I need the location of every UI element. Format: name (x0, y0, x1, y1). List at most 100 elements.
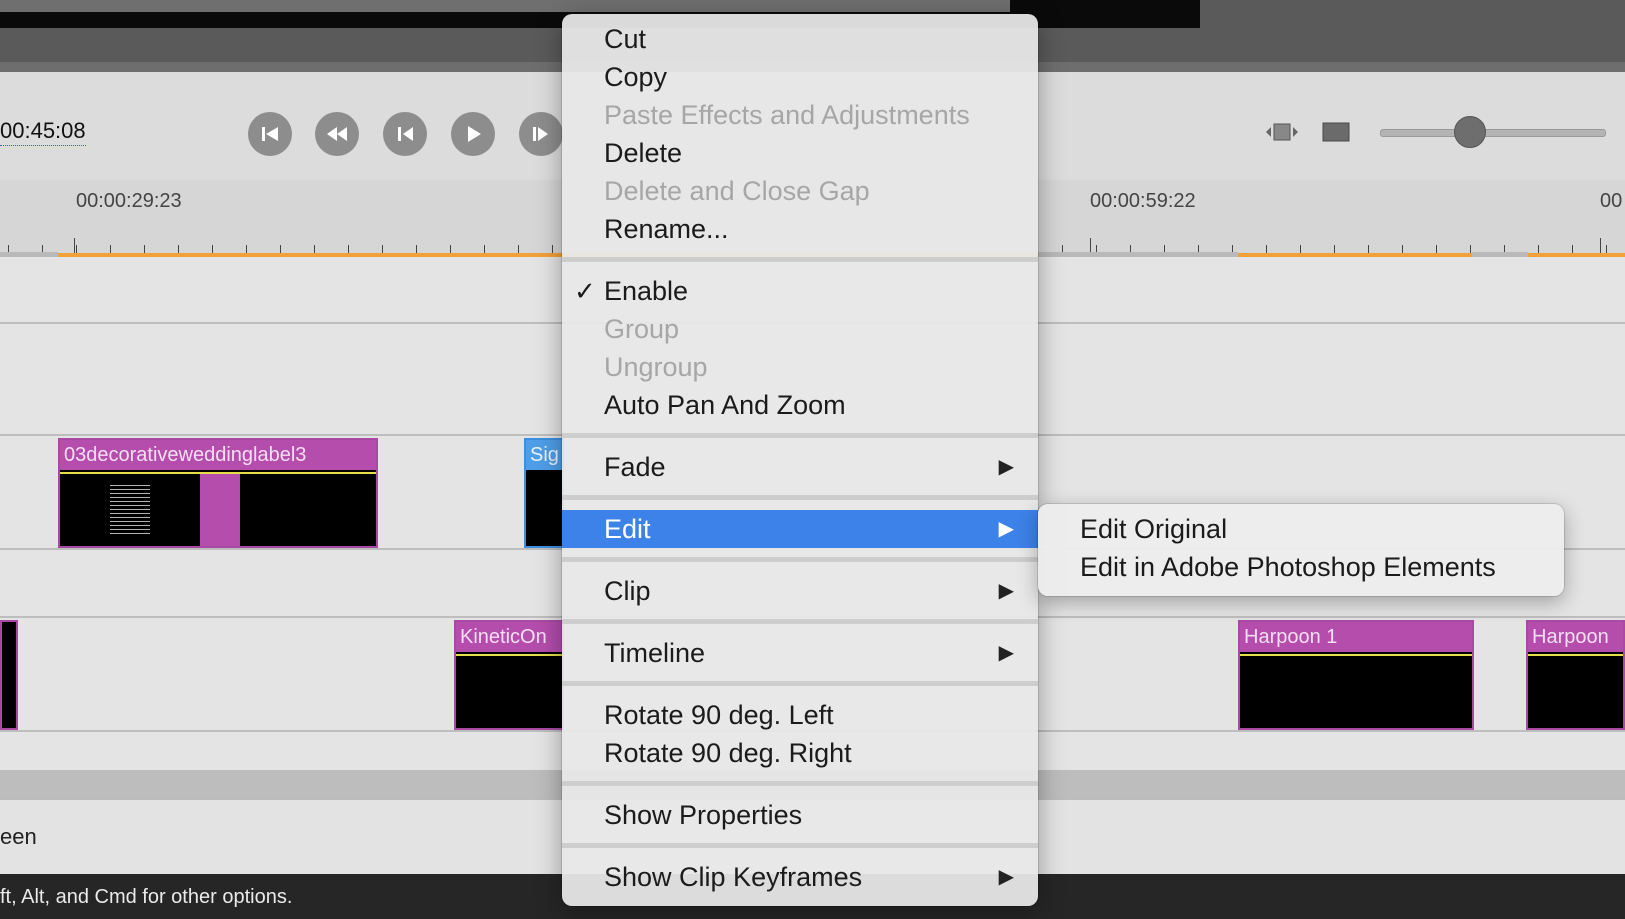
timeline-clip[interactable] (0, 620, 18, 730)
ruler-tick (1334, 245, 1335, 253)
menu-item-rotate-right[interactable]: Rotate 90 deg. Right (562, 734, 1038, 772)
menu-item-fade[interactable]: Fade ▶ (562, 448, 1038, 486)
ruler-major-tick (1090, 238, 1091, 253)
panel-label: een (0, 824, 37, 849)
preview-frame (0, 0, 1010, 12)
timeline-clip[interactable]: Harpoon 1 (1238, 620, 1474, 730)
menu-item-rotate-left[interactable]: Rotate 90 deg. Left (562, 696, 1038, 734)
timeline-clip[interactable]: Harpoon (1526, 620, 1625, 730)
ruler-tick (1436, 245, 1437, 253)
monitor-view-icon[interactable] (1318, 120, 1354, 144)
step-forward-icon (533, 127, 548, 141)
zoom-slider-thumb[interactable] (1454, 116, 1486, 148)
work-area-gap (1472, 252, 1528, 257)
step-back-icon (398, 127, 413, 141)
context-menu: Cut Copy Paste Effects and Adjustments D… (562, 14, 1038, 906)
ruler-tick (246, 245, 247, 253)
rewind-icon (327, 127, 347, 141)
submenu-arrow-icon: ▶ (998, 866, 1014, 888)
ruler-tick (76, 245, 77, 253)
clip-volume-line (1528, 654, 1623, 656)
current-timecode[interactable]: 00:45:08 (0, 118, 86, 146)
menu-item-label: Enable (604, 276, 689, 306)
clip-title: Harpoon 1 (1240, 622, 1472, 652)
menu-item-cut[interactable]: Cut (562, 20, 1038, 58)
menu-item-label: Cut (604, 24, 647, 54)
ruler-tick (348, 245, 349, 253)
ruler-tick (416, 245, 417, 253)
fit-timeline-icon[interactable] (1264, 120, 1300, 144)
clip-title: Sig (526, 440, 562, 470)
checkmark-icon: ✓ (574, 276, 596, 306)
ruler-tick (1572, 245, 1573, 253)
submenu-item-edit-original[interactable]: Edit Original (1080, 510, 1227, 548)
clip-gap (200, 474, 240, 546)
menu-item-label: Fade (604, 452, 666, 482)
ruler-major-tick (74, 238, 75, 253)
menu-item-label: Delete (604, 138, 683, 168)
ruler-tick (450, 245, 451, 253)
menu-item-group: Group (562, 310, 1038, 348)
ruler-label: 00:00:29:23 (76, 190, 182, 212)
ruler-tick (1538, 245, 1539, 253)
submenu-arrow-icon: ▶ (998, 580, 1014, 602)
menu-item-label: Auto Pan And Zoom (604, 390, 846, 420)
menu-separator (562, 681, 1038, 686)
edit-submenu: Edit Original Edit in Adobe Photoshop El… (1038, 504, 1564, 596)
clip-volume-line (1240, 654, 1472, 656)
timeline-clip[interactable]: KineticOn (454, 620, 564, 730)
ruler-tick (1470, 245, 1471, 253)
menu-item-auto-pan-zoom[interactable]: Auto Pan And Zoom (562, 386, 1038, 424)
timeline-clip[interactable]: 03decorativeweddinglabel3 (58, 438, 378, 548)
menu-item-show-properties[interactable]: Show Properties (562, 796, 1038, 834)
ruler-tick (1266, 245, 1267, 253)
ruler-major-tick (1600, 238, 1601, 253)
menu-item-rename[interactable]: Rename... (562, 210, 1038, 248)
ruler-tick (382, 245, 383, 253)
zoom-slider-track[interactable] (1380, 129, 1606, 137)
menu-item-timeline[interactable]: Timeline ▶ (562, 634, 1038, 672)
go-to-start-icon (262, 127, 278, 141)
clip-title: Harpoon (1528, 622, 1623, 652)
menu-item-label: Timeline (604, 638, 706, 668)
play-icon (468, 126, 481, 142)
clip-title: 03decorativeweddinglabel3 (60, 440, 376, 470)
menu-separator (562, 781, 1038, 786)
timeline-clip[interactable]: Sig (524, 438, 564, 548)
menu-item-label: Edit (604, 514, 651, 544)
menu-item-delete[interactable]: Delete (562, 134, 1038, 172)
menu-separator (562, 257, 1038, 262)
menu-item-paste-effects: Paste Effects and Adjustments (562, 96, 1038, 134)
ruler-tick (212, 245, 213, 253)
menu-item-edit[interactable]: Edit ▶ (562, 510, 1038, 548)
clip-volume-line (456, 654, 562, 656)
submenu-item-edit-in-photoshop-elements[interactable]: Edit in Adobe Photoshop Elements (1080, 548, 1496, 586)
menu-item-label: Paste Effects and Adjustments (604, 100, 970, 130)
menu-item-show-clip-keyframes[interactable]: Show Clip Keyframes ▶ (562, 858, 1038, 896)
menu-item-label: Show Clip Keyframes (604, 862, 863, 892)
submenu-arrow-icon: ▶ (998, 518, 1014, 540)
work-area-gap (1038, 252, 1238, 257)
rewind-button[interactable] (315, 112, 359, 156)
menu-separator (562, 433, 1038, 438)
ruler-tick (1368, 245, 1369, 253)
step-back-button[interactable] (383, 112, 427, 156)
submenu-arrow-icon: ▶ (998, 642, 1014, 664)
clip-title: KineticOn (456, 622, 562, 652)
status-text: ft, Alt, and Cmd for other options. (0, 886, 293, 908)
play-button[interactable] (451, 112, 495, 156)
menu-item-label: Show Properties (604, 800, 803, 830)
menu-item-label: Group (604, 314, 680, 344)
menu-item-copy[interactable]: Copy (562, 58, 1038, 96)
menu-separator (562, 557, 1038, 562)
ruler-tick (110, 245, 111, 253)
step-forward-button[interactable] (519, 112, 563, 156)
ruler-tick (1300, 245, 1301, 253)
menu-item-label: Rotate 90 deg. Right (604, 738, 852, 768)
menu-item-clip[interactable]: Clip ▶ (562, 572, 1038, 610)
menu-separator (562, 619, 1038, 624)
menu-separator (562, 843, 1038, 848)
ruler-tick (518, 245, 519, 253)
menu-item-enable[interactable]: ✓ Enable (562, 272, 1038, 310)
go-to-start-button[interactable] (248, 112, 292, 156)
